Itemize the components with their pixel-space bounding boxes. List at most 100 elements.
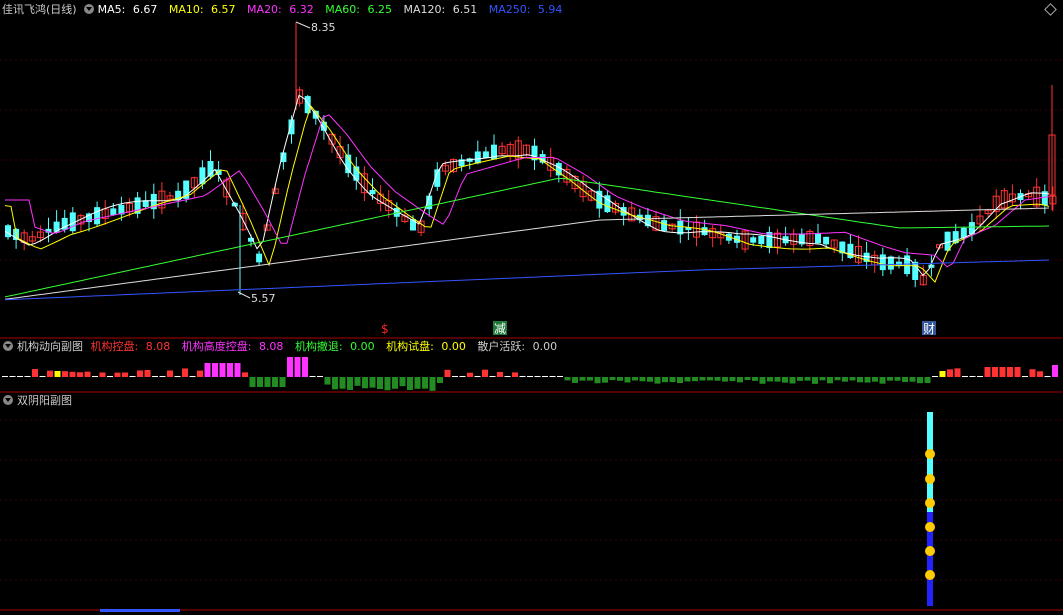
candle-body <box>256 253 263 263</box>
indicator-bar <box>197 370 203 377</box>
indicator-bar <box>99 372 106 377</box>
indicator-bar <box>452 376 458 377</box>
indicator-bar <box>302 357 308 377</box>
indicator-bar <box>902 377 908 383</box>
ma5-label: MA5: 6.67 <box>97 3 158 16</box>
yinyang-column-top <box>927 412 933 512</box>
indicator-bar <box>369 377 376 388</box>
indicator-bar <box>1007 367 1013 377</box>
marker-jian: 减 <box>494 322 506 336</box>
indicator-bar <box>317 376 323 377</box>
candle-body <box>912 261 919 280</box>
indicator-bar <box>939 371 946 377</box>
indicator-bar <box>332 377 338 390</box>
indicator-bar <box>549 376 556 377</box>
indicator-bar <box>609 377 616 381</box>
indicator-bar <box>1029 369 1036 377</box>
indicator-bar <box>362 377 368 389</box>
stock-title: 佳讯飞鸿(日线) <box>2 3 77 16</box>
indicator-bar <box>647 377 653 382</box>
indicator-bar <box>699 377 706 381</box>
inst-test-label: 机构试盘: 0.00 <box>386 340 466 353</box>
indicator-bar <box>392 377 398 389</box>
candle-body <box>823 236 830 245</box>
indicator-bar <box>684 377 691 382</box>
indicator-bar <box>1037 371 1043 377</box>
indicator-bar <box>497 371 503 377</box>
candle-body <box>482 151 489 158</box>
indicator-bar <box>797 377 803 381</box>
candle-body <box>94 207 101 225</box>
indicator-bar <box>189 376 196 377</box>
inst-retreat-label: 机构撤退: 0.00 <box>294 340 375 353</box>
indicator-bar <box>999 367 1006 377</box>
indicator-bar <box>384 377 391 391</box>
indicator-bar <box>339 377 346 389</box>
indicator-bar <box>279 377 286 387</box>
indicator-bar <box>249 377 256 387</box>
indicator-bar <box>834 377 841 381</box>
main-dropdown-icon[interactable] <box>83 4 94 14</box>
candle-body <box>369 189 376 195</box>
sub1-dropdown-icon[interactable] <box>3 341 13 351</box>
main-legend: 佳讯飞鸿(日线) MA5: 6.67 MA10: 6.57 MA20: 6.32 … <box>0 2 570 18</box>
indicator-bar <box>444 369 451 377</box>
indicator-bar <box>677 377 683 384</box>
indicator-bar <box>122 372 128 377</box>
indicator-bar <box>572 377 578 383</box>
indicator-bar <box>1052 365 1058 377</box>
ma250-label: MA250: 5.94 <box>488 3 563 16</box>
indicator-bar <box>969 376 976 377</box>
indicator-bar <box>924 377 931 384</box>
indicator-bar <box>422 377 428 389</box>
sub2-dropdown-icon[interactable] <box>3 395 13 405</box>
indicator-bar <box>692 377 698 382</box>
indicator-bar <box>954 368 961 377</box>
indicator-bar <box>287 357 293 377</box>
indicator-bar <box>564 377 571 381</box>
indicator-bar <box>152 376 158 377</box>
ma120-line <box>4 207 1050 300</box>
indicator-bar <box>474 376 481 377</box>
chart-canvas[interactable]: 8.35 5.57 $ 减 财 <box>0 0 1063 615</box>
indicator-bar <box>107 376 113 377</box>
indicator-bar <box>414 377 421 389</box>
indicator-bar <box>159 376 166 377</box>
inst-control-label: 机构控盘: 8.08 <box>90 340 171 353</box>
indicator-bar <box>9 376 16 377</box>
price-annotations: 8.35 5.57 <box>237 21 336 305</box>
signal-markers: $ 减 财 <box>381 321 936 336</box>
yinyang-dot <box>925 474 935 484</box>
retail-active-label: 散户活跃: 0.00 <box>477 340 558 353</box>
indicator-bar <box>54 371 61 377</box>
indicator-bar <box>1022 376 1028 377</box>
indicator-bar <box>92 376 98 377</box>
indicator-bar <box>167 370 173 377</box>
indicator-bar <box>512 372 518 377</box>
indicator-bar <box>429 377 436 391</box>
candle-body <box>815 232 821 244</box>
indicator-bar <box>242 372 248 377</box>
indicator-bar <box>632 377 638 381</box>
indicator-bar <box>947 369 953 377</box>
indicator-bar <box>617 377 623 381</box>
sub1-title: 机构动向副图 <box>17 340 83 353</box>
indicator-bar <box>819 377 826 381</box>
indicator-bar <box>257 377 263 387</box>
sub2-legend: 双阴阳副图 <box>0 393 76 409</box>
indicator-bar <box>624 377 631 383</box>
candle-body <box>750 237 757 243</box>
indicator-bar <box>17 376 23 377</box>
indicator-bar <box>47 370 53 377</box>
indicator-bar <box>482 369 488 377</box>
indicator-bar <box>77 372 83 377</box>
ma120-label: MA120: 6.51 <box>403 3 478 16</box>
indicator-bar <box>842 377 848 382</box>
candle-body <box>879 254 886 271</box>
indicator-bar <box>789 377 796 384</box>
indicator-bar <box>114 372 121 377</box>
indicator-bar <box>437 377 443 384</box>
indicator-bar <box>872 377 878 382</box>
indicator-bar <box>24 376 31 377</box>
yinyang-dot <box>925 570 935 580</box>
